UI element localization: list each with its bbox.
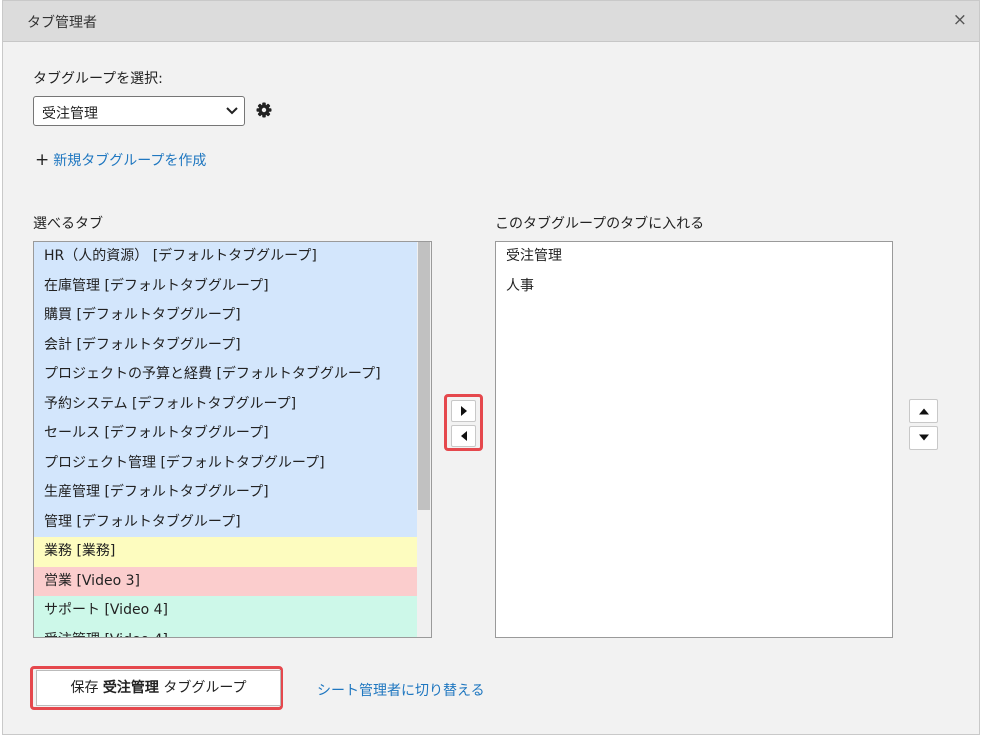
- tab-group-select[interactable]: 受注管理: [33, 96, 245, 126]
- available-tabs-list[interactable]: HR（人的資源） [デフォルトタブグループ] 在庫管理 [デフォルトタブグループ]…: [33, 241, 432, 638]
- move-right-button[interactable]: [451, 400, 476, 422]
- new-tab-group-link[interactable]: + 新規タブグループを作成: [35, 150, 206, 170]
- group-tab-item[interactable]: 受注管理: [496, 242, 892, 272]
- save-tab-group-button[interactable]: 保存 受注管理 タブグループ: [36, 670, 281, 706]
- available-tab-item[interactable]: 営業 [Video 3]: [34, 566, 417, 596]
- gear-icon[interactable]: [256, 102, 272, 118]
- available-tab-item[interactable]: 購買 [デフォルトタブグループ]: [34, 301, 417, 331]
- available-tab-item[interactable]: サポート [Video 4]: [34, 596, 417, 626]
- scrollbar-thumb[interactable]: [418, 242, 430, 510]
- move-down-button[interactable]: [909, 426, 938, 450]
- new-tab-group-label: 新規タブグループを作成: [53, 153, 207, 169]
- move-left-button[interactable]: [451, 425, 476, 447]
- available-tab-item[interactable]: 受注管理 [Video 4]: [34, 625, 417, 637]
- group-tab-item[interactable]: 人事: [496, 272, 892, 302]
- plus-icon: +: [35, 150, 50, 170]
- available-tab-item[interactable]: 予約システム [デフォルトタブグループ]: [34, 389, 417, 419]
- caret-right-icon: [460, 406, 467, 416]
- switch-to-sheet-manager-link[interactable]: シート管理者に切り替える: [317, 680, 485, 700]
- available-tab-item[interactable]: セールス [デフォルトタブグループ]: [34, 419, 417, 449]
- chevron-down-icon: [226, 107, 238, 115]
- close-icon[interactable]: ×: [953, 10, 967, 30]
- save-prefix: 保存: [70, 680, 99, 696]
- group-tabs-header: このタブグループのタブに入れる: [495, 216, 705, 232]
- group-tabs-list[interactable]: 受注管理 人事: [495, 241, 893, 638]
- available-tab-item[interactable]: 在庫管理 [デフォルトタブグループ]: [34, 271, 417, 301]
- available-tab-item[interactable]: HR（人的資源） [デフォルトタブグループ]: [34, 242, 417, 272]
- caret-left-icon: [460, 431, 467, 441]
- dialog-title: タブ管理者: [27, 15, 97, 31]
- save-group-name: 受注管理: [102, 680, 159, 696]
- save-suffix: タブグループ: [163, 680, 247, 696]
- move-up-button[interactable]: [909, 399, 938, 423]
- tab-manager-dialog: タブ管理者 × タブグループを選択: 受注管理 + 新規タブグループを作成 選べる…: [2, 0, 980, 735]
- available-tabs-header: 選べるタブ: [33, 216, 103, 232]
- available-tab-item[interactable]: 管理 [デフォルトタブグループ]: [34, 507, 417, 537]
- caret-up-icon: [918, 408, 929, 415]
- dialog-titlebar: タブ管理者 ×: [3, 1, 979, 42]
- tab-group-select-value: 受注管理: [42, 106, 98, 122]
- caret-down-icon: [918, 434, 929, 441]
- available-tab-item[interactable]: プロジェクトの予算と経費 [デフォルトタブグループ]: [34, 360, 417, 390]
- available-tab-item[interactable]: 業務 [業務]: [34, 537, 417, 567]
- available-tab-item[interactable]: プロジェクト管理 [デフォルトタブグループ]: [34, 448, 417, 478]
- scrollbar[interactable]: [417, 242, 431, 637]
- group-select-label: タブグループを選択:: [33, 71, 163, 87]
- available-tab-item[interactable]: 生産管理 [デフォルトタブグループ]: [34, 478, 417, 508]
- available-tab-item[interactable]: 会計 [デフォルトタブグループ]: [34, 330, 417, 360]
